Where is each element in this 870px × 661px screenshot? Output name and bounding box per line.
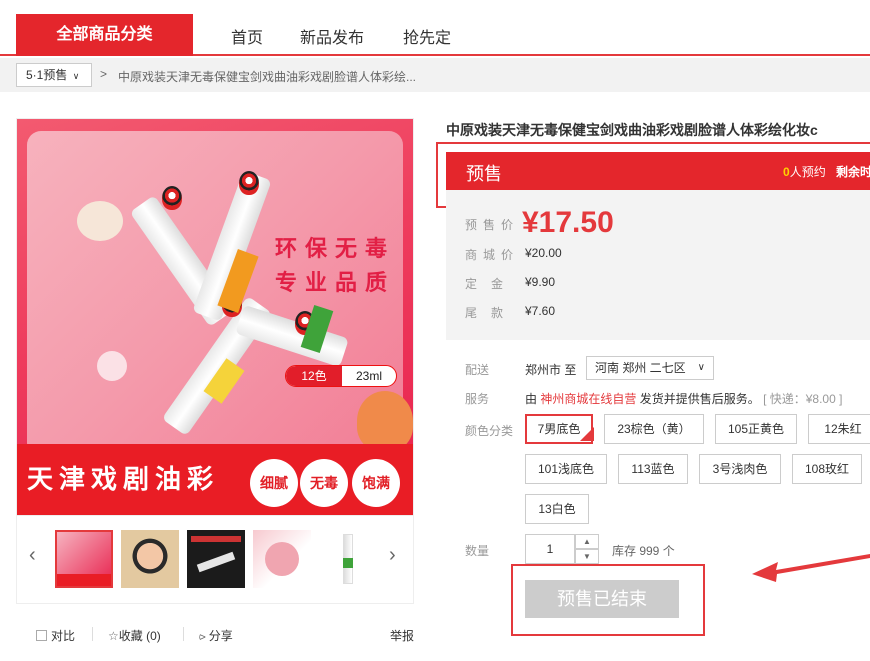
thumbnail-strip: ‹ › bbox=[16, 516, 414, 604]
all-categories-button[interactable]: 全部商品分类 bbox=[16, 14, 193, 56]
spec-color-count: 12色 bbox=[286, 366, 342, 386]
reservation-count: 0人预约 bbox=[783, 163, 826, 180]
nav-link-new-release[interactable]: 新品发布 bbox=[300, 24, 364, 48]
thumbnail-label bbox=[343, 558, 353, 568]
mall-price-label: 商城价 bbox=[465, 248, 520, 262]
opera-mask-icon bbox=[162, 186, 182, 210]
favorite-button[interactable]: ☆收藏 (0) bbox=[108, 627, 161, 644]
thumbnail-tube bbox=[196, 551, 236, 573]
color-option-101[interactable]: 101浅底色 bbox=[525, 454, 607, 484]
thumbnail-3[interactable] bbox=[187, 530, 245, 588]
share-label: 分享 bbox=[208, 629, 233, 643]
slogan-line-2: 专业品质 bbox=[275, 270, 396, 295]
breadcrumb-arrow-icon: > bbox=[100, 67, 108, 81]
ship-from: 郑州市 至 bbox=[525, 363, 577, 377]
thumbnail-band bbox=[57, 574, 111, 586]
ship-to-value: 河南 郑州 二七区 bbox=[595, 361, 686, 375]
service-shop-link[interactable]: 神州商城在线自营 bbox=[540, 392, 636, 406]
thumbnail-label bbox=[191, 536, 241, 542]
breadcrumb-product-title: 中原戏装天津无毒保健宝剑戏曲油彩戏剧脸谱人体彩绘... bbox=[118, 70, 417, 84]
favorite-label: 收藏 (0) bbox=[118, 629, 161, 643]
balance-value: ¥7.60 bbox=[525, 304, 556, 318]
presale-ended-button[interactable]: 预售已结束 bbox=[525, 580, 679, 618]
spec-pill: 12色 23ml bbox=[285, 365, 397, 387]
delivery-label: 配送 bbox=[465, 363, 490, 377]
shipping-fee: [ 快递：¥8.00 ] bbox=[763, 392, 843, 406]
product-title: 中原戏装天津无毒保健宝剑戏曲油彩戏剧脸谱人体彩绘化妆c bbox=[446, 122, 818, 138]
flower-decoration bbox=[97, 351, 127, 381]
chevron-down-icon: ∨ bbox=[72, 71, 80, 81]
compare-label: 对比 bbox=[51, 629, 76, 643]
service-desc: 发货并提供售后服务。 bbox=[639, 392, 760, 406]
thumbnail-2[interactable] bbox=[121, 530, 179, 588]
color-option-108[interactable]: 108玫红 bbox=[792, 454, 862, 484]
flower-decoration bbox=[357, 391, 413, 451]
service-info: 由 神州商城在线自营 发货并提供售后服务。 [ 快递：¥8.00 ] bbox=[525, 390, 842, 407]
nav-link-home[interactable]: 首页 bbox=[231, 24, 263, 48]
annotation-arrow-icon bbox=[752, 554, 870, 582]
report-link[interactable]: 举报 bbox=[390, 627, 414, 644]
feature-badge-fine: 细腻 bbox=[250, 459, 298, 507]
chevron-down-icon: ∨ bbox=[697, 362, 705, 373]
top-nav: 全部商品分类 首页 新品发布 抢先定 bbox=[0, 0, 870, 56]
feature-badge-nontoxic: 无毒 bbox=[300, 459, 348, 507]
presale-dropdown[interactable]: 5·1预售 ∨ bbox=[16, 63, 92, 87]
breadcrumb: 5·1预售 ∨ > 中原戏装天津无毒保健宝剑戏曲油彩戏剧脸谱人体彩绘... bbox=[0, 58, 870, 92]
deposit-label: 定金 bbox=[465, 277, 518, 291]
quantity-input[interactable]: 1 bbox=[525, 534, 575, 564]
color-option-23[interactable]: 23棕色（黄） bbox=[604, 414, 704, 444]
quantity-increase-icon[interactable]: ▲ bbox=[575, 534, 599, 549]
deposit-value: ¥9.90 bbox=[525, 275, 556, 289]
color-option-105[interactable]: 105正黄色 bbox=[715, 414, 797, 444]
ship-to-dropdown[interactable]: 河南 郑州 二七区 ∨ bbox=[586, 356, 714, 380]
presale-price-value: ¥17.50 bbox=[522, 206, 614, 239]
nav-link-presale[interactable]: 抢先定 bbox=[403, 24, 451, 48]
share-button[interactable]: ⪧ 分享 bbox=[199, 627, 233, 644]
divider bbox=[183, 627, 184, 641]
presale-dropdown-label: 5·1预售 bbox=[26, 68, 68, 82]
star-icon: ☆ bbox=[108, 629, 119, 643]
color-label: 颜色分类 bbox=[465, 424, 514, 438]
balance-label: 尾款 bbox=[465, 306, 518, 320]
spec-volume: 23ml bbox=[355, 369, 382, 383]
presale-price-label: 预售价 bbox=[465, 218, 520, 232]
thumbnail-next-icon[interactable]: › bbox=[389, 544, 396, 567]
service-prefix: 由 bbox=[525, 392, 538, 406]
thumbnail-1[interactable] bbox=[55, 530, 113, 588]
stock-count: 库存 999 个 bbox=[612, 544, 675, 558]
color-option-3[interactable]: 3号浅肉色 bbox=[699, 454, 781, 484]
checkbox-icon bbox=[36, 630, 47, 641]
thumbnail-swatch bbox=[265, 542, 299, 576]
divider bbox=[92, 627, 93, 641]
quantity-label: 数量 bbox=[465, 544, 490, 558]
thumbnail-prev-icon[interactable]: ‹ bbox=[29, 544, 36, 567]
color-option-13[interactable]: 13白色 bbox=[525, 494, 589, 524]
promo-band-title: 天津戏剧油彩 bbox=[27, 464, 220, 494]
opera-mask-icon bbox=[239, 171, 259, 195]
reservation-suffix: 人预约 bbox=[789, 165, 826, 179]
mall-price-value: ¥20.00 bbox=[525, 246, 562, 260]
share-icon: ⪧ bbox=[199, 629, 206, 643]
remaining-time: 剩余时 bbox=[836, 165, 870, 179]
compare-checkbox[interactable]: 对比 bbox=[36, 627, 75, 644]
flower-decoration bbox=[77, 201, 123, 241]
presale-label: 预售 bbox=[466, 164, 502, 184]
slogan-line-1: 环保无毒 bbox=[275, 236, 396, 261]
main-product-image[interactable]: 环保无毒 专业品质 12色 23ml 天津戏剧油彩 细腻 无毒 饱满 bbox=[16, 118, 414, 516]
feature-badge-full: 饱满 bbox=[352, 459, 400, 507]
thumbnail-4[interactable] bbox=[253, 530, 311, 588]
color-option-12[interactable]: 12朱红 bbox=[808, 414, 870, 444]
service-label: 服务 bbox=[465, 392, 490, 406]
color-option-113[interactable]: 113蓝色 bbox=[618, 454, 688, 484]
quantity-decrease-icon[interactable]: ▼ bbox=[575, 549, 599, 564]
thumbnail-5[interactable] bbox=[319, 530, 377, 588]
reservation-number: 0 bbox=[783, 165, 790, 179]
